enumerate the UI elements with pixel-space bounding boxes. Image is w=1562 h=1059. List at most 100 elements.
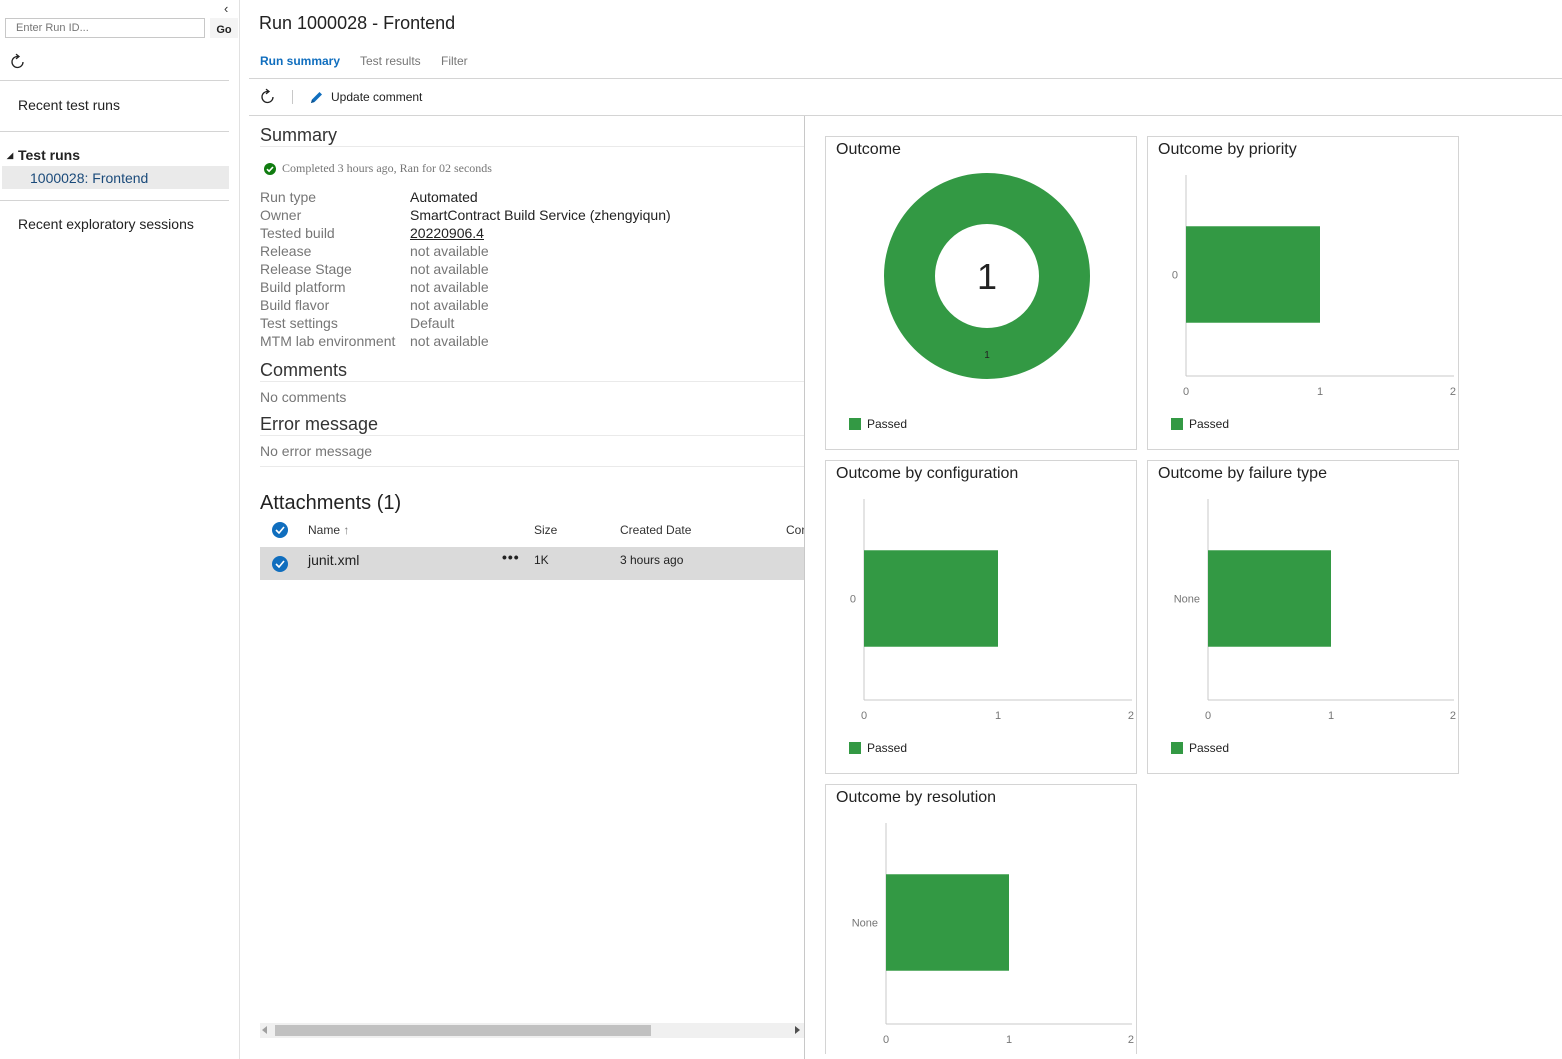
recent-test-runs-link[interactable]: Recent test runs xyxy=(18,97,120,113)
select-all-checkbox-icon[interactable] xyxy=(272,522,288,538)
bar-chart: 0 1 2 None xyxy=(852,823,1134,1046)
expand-triangle-icon: ◢ xyxy=(7,151,14,160)
y-tick-label: 0 xyxy=(850,594,856,606)
field-label-tested-build: Tested build xyxy=(260,225,335,241)
update-comment-label: Update comment xyxy=(331,90,423,104)
summary-pane: Summary Completed 3 hours ago, Ran for 0… xyxy=(250,116,804,1059)
row-selected-checkbox-icon[interactable] xyxy=(272,556,288,572)
more-actions-icon[interactable]: ••• xyxy=(502,549,520,565)
left-navigation-pane: ‹ Go Recent test runs ◢ Test runs 1000028… xyxy=(0,0,240,1059)
attachment-name[interactable]: junit.xml xyxy=(308,552,359,568)
x-tick-label: 1 xyxy=(1328,710,1334,722)
slice-value-label: 1 xyxy=(984,350,990,361)
field-label-build-flavor: Build flavor xyxy=(260,297,330,313)
x-tick-label: 0 xyxy=(1183,386,1189,398)
update-comment-button[interactable]: Update comment xyxy=(309,88,422,106)
outcome-donut-chart: 11 xyxy=(884,173,1090,379)
section-divider xyxy=(260,146,804,147)
go-button[interactable]: Go xyxy=(210,18,238,38)
pencil-icon xyxy=(311,91,322,103)
attachment-size: 1K xyxy=(534,553,549,567)
chart-legend[interactable]: Passed xyxy=(1171,417,1229,431)
field-value-build-platform: not available xyxy=(410,279,489,295)
table-row[interactable]: junit.xml ••• 1K 3 hours ago xyxy=(260,547,804,580)
legend-swatch xyxy=(1171,418,1183,430)
column-header-name-label: Name xyxy=(308,523,341,537)
collapse-pane-chevron-left-icon[interactable]: ‹ xyxy=(224,2,236,16)
summary-heading: Summary xyxy=(260,125,338,145)
bar-chart: 0 1 2 0 xyxy=(1172,175,1456,398)
column-header-created-date[interactable]: Created Date xyxy=(620,523,691,537)
nav-divider xyxy=(0,80,229,81)
attachments-heading: Attachments (1) xyxy=(260,492,402,514)
y-tick-label: None xyxy=(852,918,878,930)
test-runs-group-header[interactable]: ◢ Test runs xyxy=(7,147,80,163)
bar-passed[interactable] xyxy=(886,874,1009,971)
refresh-icon[interactable] xyxy=(259,88,277,106)
error-message-text: No error message xyxy=(260,443,373,459)
comments-text: No comments xyxy=(260,389,347,405)
x-tick-label: 1 xyxy=(995,710,1001,722)
tab-run-summary[interactable]: Run summary xyxy=(260,54,340,68)
field-label-release-stage: Release Stage xyxy=(260,261,352,277)
recent-exploratory-sessions-link[interactable]: Recent exploratory sessions xyxy=(18,216,194,232)
field-value-run-type: Automated xyxy=(410,189,478,205)
chart-legend[interactable]: Passed xyxy=(849,741,907,755)
x-tick-label: 2 xyxy=(1450,710,1456,722)
x-tick-label: 2 xyxy=(1128,1034,1134,1046)
tested-build-link[interactable]: 20220906.4 xyxy=(410,225,484,241)
pane-splitter[interactable] xyxy=(804,116,805,1059)
x-tick-label: 2 xyxy=(1128,710,1134,722)
x-tick-label: 0 xyxy=(861,710,867,722)
scroll-right-arrow-icon[interactable] xyxy=(795,1026,800,1034)
legend-label: Passed xyxy=(867,417,908,431)
legend-label: Passed xyxy=(867,741,908,755)
attachment-created-date: 3 hours ago xyxy=(620,553,684,567)
field-label-release: Release xyxy=(260,243,312,259)
scrollbar-thumb[interactable] xyxy=(275,1025,651,1036)
x-tick-label: 0 xyxy=(1205,710,1211,722)
bar-passed[interactable] xyxy=(1186,226,1320,323)
test-runs-header-label: Test runs xyxy=(18,147,80,163)
test-run-item-1000028[interactable]: 1000028: Frontend xyxy=(2,166,229,189)
chart-legend[interactable]: Passed xyxy=(849,417,907,431)
field-label-mtm-lab: MTM lab environment xyxy=(260,333,396,349)
section-divider xyxy=(260,466,804,467)
horizontal-scrollbar[interactable] xyxy=(260,1023,804,1038)
donut-center-total: 1 xyxy=(977,256,997,297)
chart-card-outcome-by-resolution: Outcome by resolution 0 1 2 None xyxy=(825,784,1137,1054)
tab-test-results[interactable]: Test results xyxy=(360,54,421,68)
chart-card-outcome-by-priority: Outcome by priority 0120 Passed xyxy=(1147,136,1459,450)
refresh-icon[interactable] xyxy=(9,53,27,71)
column-header-size[interactable]: Size xyxy=(534,523,557,537)
chart-card-outcome: Outcome 11 Passed xyxy=(825,136,1137,450)
run-id-input[interactable] xyxy=(5,18,205,38)
field-value-release-stage: not available xyxy=(410,261,489,277)
field-value-release: not available xyxy=(410,243,489,259)
x-tick-label: 0 xyxy=(883,1034,889,1046)
tab-filter[interactable]: Filter xyxy=(441,54,468,68)
x-tick-label: 2 xyxy=(1450,386,1456,398)
y-tick-label: 0 xyxy=(1172,270,1178,282)
bar-chart: 0 1 2 0 xyxy=(850,499,1134,722)
legend-swatch xyxy=(1171,742,1183,754)
nav-divider xyxy=(0,200,229,201)
field-value-owner: SmartContract Build Service (zhengyiqun) xyxy=(410,207,671,223)
chart-card-outcome-by-configuration: Outcome by configuration 0120 Passed xyxy=(825,460,1137,774)
scroll-left-arrow-icon[interactable] xyxy=(262,1026,267,1034)
comments-heading: Comments xyxy=(260,360,348,380)
legend-label: Passed xyxy=(1189,417,1230,431)
field-value-mtm-lab: not available xyxy=(410,333,489,349)
bar-chart: 0 1 2 None xyxy=(1174,499,1456,722)
page-title: Run 1000028 - Frontend xyxy=(259,13,456,33)
run-status: Completed 3 hours ago, Ran for 02 second… xyxy=(264,161,492,176)
legend-swatch xyxy=(849,742,861,754)
error-message-heading: Error message xyxy=(260,414,379,434)
column-header-comment[interactable]: Con xyxy=(786,523,804,537)
column-header-name[interactable]: Name ↑ xyxy=(308,523,349,537)
bar-passed[interactable] xyxy=(1208,550,1331,647)
chart-legend[interactable]: Passed xyxy=(1171,741,1229,755)
bar-passed[interactable] xyxy=(864,550,998,647)
field-label-run-type: Run type xyxy=(260,189,317,205)
field-value-test-settings: Default xyxy=(410,315,455,331)
